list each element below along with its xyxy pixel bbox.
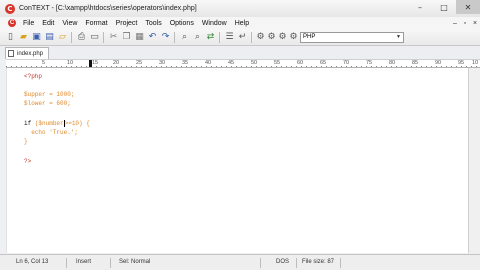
menu-window[interactable]: Window [198,20,231,27]
ruler-label: 65 [320,60,327,66]
ruler-label: 10 [67,60,74,66]
menu-help[interactable]: Help [231,20,253,27]
code-line: echo 'True.'; [24,129,79,136]
ruler-label: 60 [297,60,304,66]
paste-icon[interactable]: ▦ [134,32,145,43]
wrap-icon[interactable]: ↵ [237,32,248,43]
tab-label: index.php [17,50,44,57]
ruler-label: 25 [136,60,143,66]
ruler-label: 55 [274,60,281,66]
ruler-label: 35 [182,60,189,66]
doc-close-button[interactable]: × [470,17,480,29]
close-file-icon[interactable]: ▱ [57,32,68,43]
ruler-label: 45 [228,60,235,66]
ruler-label: 5 [42,60,46,66]
code-line: } [24,138,28,145]
app-logo-icon: C [5,3,15,14]
user-tool-2-icon[interactable]: ⚙ [266,32,277,43]
menu-project[interactable]: Project [112,20,142,27]
ruler-label: 20 [113,60,120,66]
undo-icon[interactable]: ↶ [147,32,158,43]
cut-icon[interactable]: ✂ [108,32,119,43]
ruler-label: 80 [389,60,396,66]
minimize-button[interactable]: – [408,0,432,14]
save-icon[interactable]: ▣ [31,32,42,43]
insert-mode: Insert [76,259,92,265]
menu-options[interactable]: Options [166,20,198,27]
code-line: if ($number>=10) { [24,120,90,128]
user-tool-3-icon[interactable]: ⚙ [277,32,288,43]
toolbar: ▯ ▰ ▣ ▤ ▱ ⎙ ▭ ✂ ❐ ▦ ↶ ↷ ⌕ ⌕ ⇄ ☰ ↵ ⚙ ⚙ ⚙ … [0,29,480,46]
ruler: 5 10 15 20 25 30 35 40 45 50 55 60 65 70… [6,59,480,68]
ruler-label: 40 [205,60,212,66]
vertical-scrollbar[interactable] [468,68,480,253]
close-button[interactable]: ✕ [456,0,480,14]
code-line: $upper = 1000; [24,91,75,98]
doc-restore-button[interactable]: ▫ [460,17,470,29]
status-bar: Ln 6, Col 13 Insert Sel: Normal DOS File… [0,254,480,270]
code-line: <?php [24,73,43,80]
ruler-label: 90 [435,60,442,66]
window-title: ConTEXT - [C:\xampp\htdocs\series\operat… [19,5,197,12]
menu-tools[interactable]: Tools [141,20,165,27]
find-next-icon[interactable]: ⌕ [192,32,203,43]
ruler-label: 85 [412,60,419,66]
menu-edit[interactable]: Edit [38,20,58,27]
ruler-label: 95 [458,60,465,66]
ruler-label: 70 [343,60,350,66]
code-line: ?> [24,158,32,165]
user-tool-1-icon[interactable]: ⚙ [255,32,266,43]
title-bar: C ConTEXT - [C:\xampp\htdocs\series\oper… [0,0,480,17]
indent-icon[interactable]: ☰ [224,32,235,43]
menu-view[interactable]: View [58,20,81,27]
open-folder-icon[interactable]: ▰ [18,32,29,43]
ruler-label: 75 [366,60,373,66]
chevron-down-icon: ▼ [396,34,401,40]
replace-icon[interactable]: ⇄ [205,32,216,43]
file-size: File size: 87 [302,259,335,265]
new-file-icon[interactable]: ▯ [5,32,16,43]
find-icon[interactable]: ⌕ [179,32,190,43]
redo-icon[interactable]: ↷ [160,32,171,43]
preview-icon[interactable]: ▭ [89,32,100,43]
doc-minimize-button[interactable]: – [450,17,460,29]
highlighter-select[interactable]: PHP ▼ [300,32,404,43]
maximize-button[interactable]: □ [432,0,456,14]
ruler-label: 30 [159,60,166,66]
selection-mode: Sel: Normal [119,259,151,265]
highlighter-value: PHP [303,34,316,40]
save-all-icon[interactable]: ▤ [44,32,55,43]
menu-bar: C File Edit View Format Project Tools Op… [0,17,480,29]
copy-icon[interactable]: ❐ [121,32,132,43]
php-file-icon [8,50,14,57]
code-line: $lower = 600; [24,100,71,107]
menu-format[interactable]: Format [81,20,111,27]
document-icon[interactable]: C [8,19,16,27]
user-tool-4-icon[interactable]: ⚙ [288,32,299,43]
menu-file[interactable]: File [19,20,38,27]
cursor-position: Ln 6, Col 13 [16,259,49,265]
code-editor[interactable] [6,68,468,253]
ruler-label: 15 [92,60,99,66]
ruler-label: 10 [472,60,479,66]
tab-bar: index.php [0,46,480,59]
ruler-label: 50 [251,60,258,66]
line-endings: DOS [276,259,290,265]
print-icon[interactable]: ⎙ [76,32,87,43]
tab-index-php[interactable]: index.php [5,47,49,59]
